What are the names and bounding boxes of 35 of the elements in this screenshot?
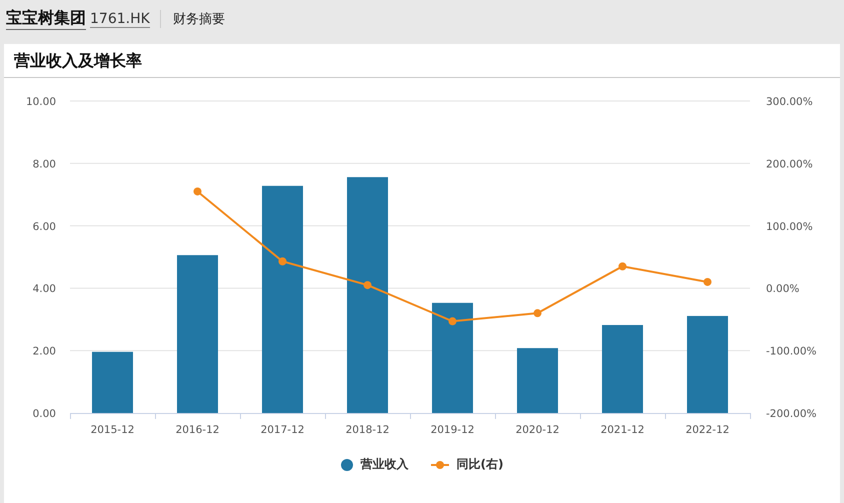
axis-tick-label: 2020-12 [516,424,560,436]
data-point [618,262,626,270]
legend-label[interactable]: 营业收入 [360,456,409,473]
axis-tick-label: 8.00 [32,158,56,170]
axis-tick-label: 2015-12 [90,424,134,436]
stock-code[interactable]: 1761.HK [90,10,150,28]
legend-label[interactable]: 同比(右) [456,456,504,473]
axis-tick-label: 2022-12 [686,424,730,436]
axis-tick-label: 2017-12 [260,424,304,436]
axis-tick-label: 2019-12 [430,424,474,436]
data-point [448,317,456,326]
revenue-bar [92,352,133,413]
axis-tick-label: 2.00 [32,346,56,358]
axis-tick-label: 2018-12 [346,424,390,436]
card-title: 营业收入及增长率 [4,44,840,78]
revenue-bar [517,348,558,413]
axis-tick-label: 4.00 [32,283,56,296]
data-point [364,281,372,290]
data-point [704,278,712,286]
axis-tick-label: 200.00% [766,158,813,170]
axis-tick-label: 300.00% [766,96,813,108]
axis-tick-label: 6.00 [32,220,56,233]
axis-tick-label: 0.00% [766,283,800,296]
axis-tick-label: -100.00% [766,346,817,358]
data-point [534,309,542,318]
axis-tick-label: 2021-12 [600,424,644,436]
axis-tick-label: 2016-12 [176,424,220,436]
axis-tick-label: 0.00 [32,408,56,420]
axis-tick-label: -200.00% [766,408,817,420]
section-title: 财务摘要 [172,11,225,28]
data-point [194,187,202,196]
axis-tick-label: 10.00 [26,96,56,108]
company-name[interactable]: 宝宝树集团 [6,8,86,30]
axis-tick-label: 100.00% [766,220,813,233]
data-point [278,257,286,266]
